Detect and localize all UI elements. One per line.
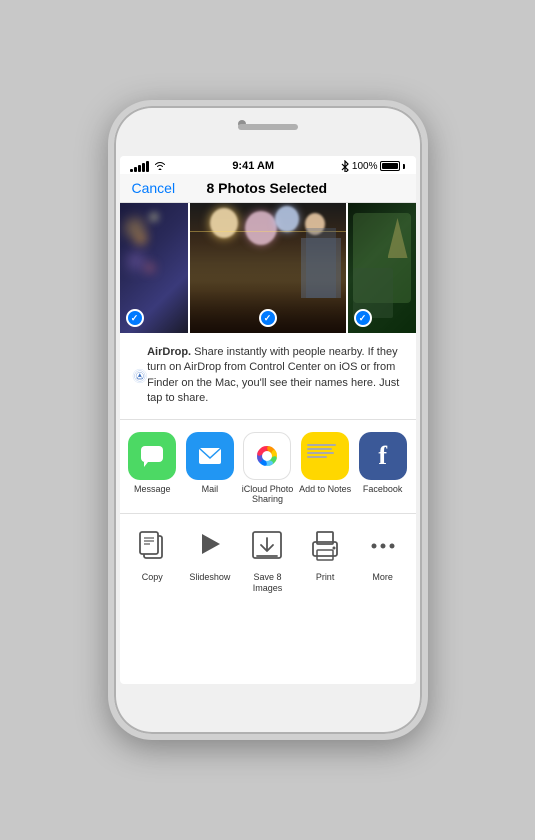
action-item-copy[interactable]: Copy bbox=[124, 524, 180, 583]
app-row: Message Mail bbox=[120, 420, 416, 515]
cancel-button[interactable]: Cancel bbox=[132, 180, 176, 196]
copy-icon-box bbox=[130, 524, 174, 568]
more-icon-box bbox=[361, 524, 405, 568]
status-right: 100% bbox=[341, 160, 406, 172]
phone-screen: 9:41 AM 100% Cancel 8 Photos Selected bbox=[120, 156, 416, 684]
action-label-save: Save 8 Images bbox=[239, 572, 295, 594]
message-app-icon bbox=[128, 432, 176, 480]
app-item-facebook[interactable]: f Facebook bbox=[355, 432, 411, 495]
notes-app-icon bbox=[301, 432, 349, 480]
app-label-facebook: Facebook bbox=[363, 484, 403, 495]
slideshow-icon-box bbox=[188, 524, 232, 568]
action-row: Copy Slideshow bbox=[120, 514, 416, 602]
airdrop-icon bbox=[132, 351, 148, 401]
photos-strip bbox=[120, 203, 416, 333]
photo-check-1[interactable] bbox=[126, 309, 144, 327]
phone-frame: 9:41 AM 100% Cancel 8 Photos Selected bbox=[108, 100, 428, 740]
photo-item-3[interactable] bbox=[346, 203, 416, 333]
action-item-slideshow[interactable]: Slideshow bbox=[182, 524, 238, 583]
bluetooth-icon bbox=[341, 160, 349, 172]
icloud-photos-app-icon bbox=[243, 432, 291, 480]
print-icon bbox=[307, 528, 343, 564]
app-item-message[interactable]: Message bbox=[124, 432, 180, 495]
print-icon-box bbox=[303, 524, 347, 568]
app-label-message: Message bbox=[134, 484, 171, 495]
action-label-more: More bbox=[372, 572, 393, 583]
action-item-save[interactable]: Save 8 Images bbox=[239, 524, 295, 594]
app-item-mail[interactable]: Mail bbox=[182, 432, 238, 495]
app-label-notes: Add to Notes bbox=[299, 484, 351, 495]
wifi-icon bbox=[154, 161, 166, 171]
app-item-icloud[interactable]: iCloud Photo Sharing bbox=[239, 432, 295, 506]
status-left bbox=[130, 161, 166, 172]
save-icon-box bbox=[245, 524, 289, 568]
action-label-slideshow: Slideshow bbox=[189, 572, 230, 583]
battery-icon bbox=[380, 161, 400, 171]
copy-icon bbox=[136, 528, 168, 564]
mail-app-icon bbox=[186, 432, 234, 480]
photo-check-3[interactable] bbox=[354, 309, 372, 327]
action-item-print[interactable]: Print bbox=[297, 524, 353, 583]
app-item-notes[interactable]: Add to Notes bbox=[297, 432, 353, 495]
airdrop-description: AirDrop. Share instantly with people nea… bbox=[147, 345, 403, 407]
nav-title: 8 Photos Selected bbox=[207, 180, 328, 196]
airdrop-name: AirDrop. bbox=[147, 346, 191, 358]
slideshow-icon bbox=[194, 528, 226, 564]
action-label-copy: Copy bbox=[142, 572, 163, 583]
photo-item-2[interactable] bbox=[190, 203, 346, 333]
status-bar: 9:41 AM 100% bbox=[120, 156, 416, 174]
nav-bar: Cancel 8 Photos Selected bbox=[120, 174, 416, 203]
photo-check-2[interactable] bbox=[259, 309, 277, 327]
action-label-print: Print bbox=[316, 572, 335, 583]
action-item-more[interactable]: More bbox=[355, 524, 411, 583]
more-icon bbox=[365, 528, 401, 564]
battery-percent: 100% bbox=[352, 161, 378, 172]
status-time: 9:41 AM bbox=[232, 160, 274, 172]
app-label-mail: Mail bbox=[202, 484, 219, 495]
photo-item-1[interactable] bbox=[120, 203, 190, 333]
save-icon bbox=[249, 528, 285, 564]
facebook-app-icon: f bbox=[359, 432, 407, 480]
speaker-grille bbox=[238, 124, 298, 130]
airdrop-section: AirDrop. Share instantly with people nea… bbox=[120, 333, 416, 420]
app-label-icloud: iCloud Photo Sharing bbox=[239, 484, 295, 506]
